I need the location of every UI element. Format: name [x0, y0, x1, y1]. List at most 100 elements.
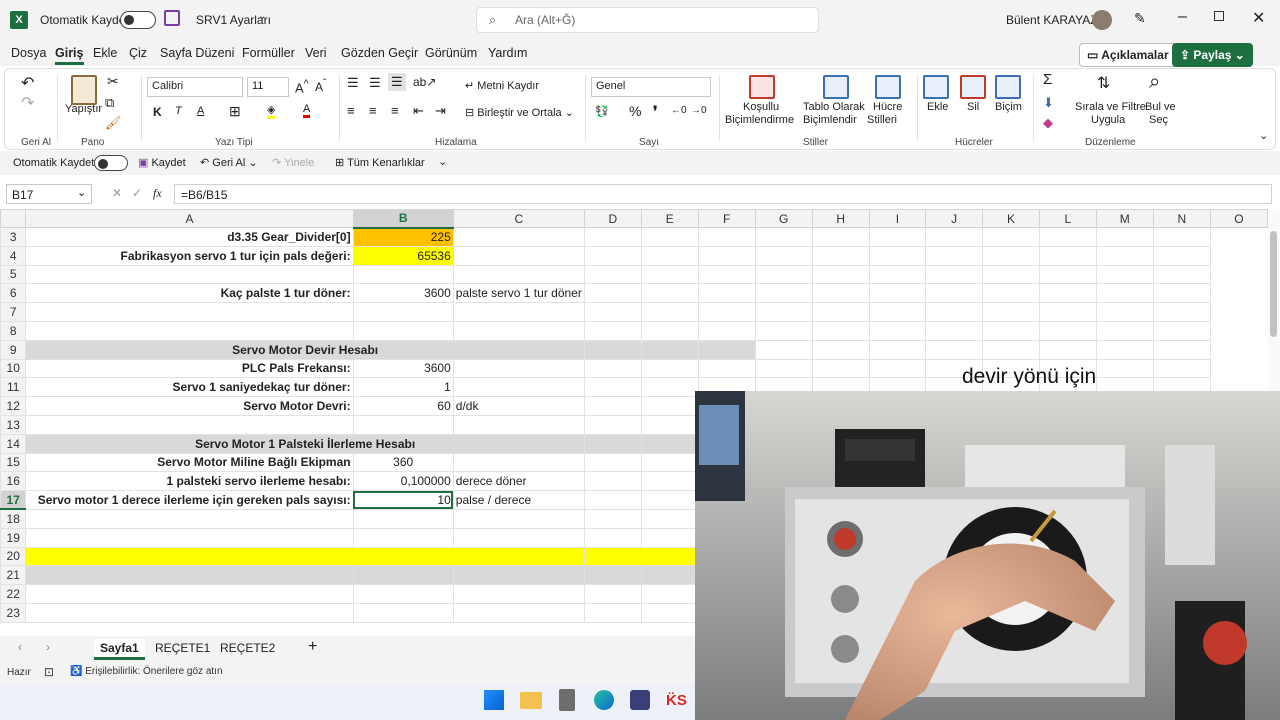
cell[interactable] — [640, 490, 699, 510]
column-header-i[interactable]: I — [868, 209, 927, 228]
cell[interactable] — [697, 283, 756, 304]
orientation-icon[interactable]: ab↗ — [413, 75, 436, 89]
cell-styles-icon[interactable] — [875, 75, 901, 99]
cell-label[interactable]: Servo motor 1 derece ilerleme için gerek… — [25, 490, 354, 510]
column-header-b[interactable]: B — [352, 209, 454, 229]
accessibility-button[interactable]: ♿ Erişilebilirlik: Önerilere göz atın — [70, 666, 223, 677]
cell[interactable] — [640, 546, 699, 567]
cell-value[interactable]: 1 — [352, 377, 454, 398]
cell-label[interactable] — [25, 320, 354, 341]
tab-view[interactable]: Görünüm — [425, 46, 477, 60]
cell[interactable] — [925, 227, 984, 247]
cell-value[interactable]: 0,100000 — [352, 471, 454, 492]
cell[interactable] — [1152, 264, 1211, 285]
cell[interactable] — [640, 339, 699, 360]
fill-color-icon[interactable]: ◈ — [267, 103, 276, 119]
find-label-2[interactable]: Seç — [1149, 114, 1168, 126]
increase-indent-icon[interactable]: ⇥ — [435, 103, 446, 119]
tab-help[interactable]: Yardım — [488, 46, 527, 60]
cell[interactable] — [583, 471, 642, 492]
cell-unit[interactable] — [452, 245, 585, 266]
ks-app-icon[interactable]: K̈S — [666, 692, 687, 709]
cell[interactable] — [583, 320, 642, 341]
cell[interactable] — [583, 546, 642, 567]
cell[interactable] — [583, 339, 642, 360]
cell[interactable] — [583, 490, 642, 510]
cell[interactable] — [640, 396, 699, 416]
cell[interactable] — [583, 245, 642, 266]
cell[interactable] — [925, 302, 984, 322]
cell[interactable] — [868, 227, 927, 247]
cell[interactable] — [925, 320, 984, 341]
section-header-cell[interactable]: Servo Motor Devir Hesabı — [25, 339, 585, 360]
merge-center-button[interactable]: ⊟ Birleştir ve Ortala ⌄ — [465, 106, 574, 119]
cell-value[interactable] — [352, 527, 454, 548]
cell[interactable] — [583, 227, 642, 247]
cell[interactable] — [640, 264, 699, 285]
cell[interactable] — [640, 602, 699, 623]
cell-unit[interactable]: derece döner — [452, 471, 585, 492]
cell[interactable] — [583, 377, 642, 398]
cell-label[interactable]: d3.35 Gear_Divider[0] — [25, 227, 354, 247]
cell-label[interactable]: 1 palsteki servo ilerleme hesabı: — [25, 471, 354, 492]
cell-value[interactable] — [352, 414, 454, 435]
row-header[interactable]: 23 — [0, 602, 27, 623]
cell[interactable] — [697, 302, 756, 322]
align-middle-icon[interactable]: ☰ — [369, 75, 381, 91]
cell[interactable] — [640, 302, 699, 322]
cond-format-label-1[interactable]: Koşullu — [743, 101, 779, 113]
insert-function-icon[interactable]: fx — [153, 186, 162, 201]
cell[interactable] — [868, 339, 927, 360]
cell-label[interactable] — [25, 584, 354, 604]
cell[interactable] — [640, 584, 699, 604]
cell[interactable] — [583, 264, 642, 285]
row-header[interactable]: 17 — [0, 490, 27, 511]
clear-icon[interactable]: ◆ — [1043, 115, 1053, 131]
cell[interactable] — [754, 264, 813, 285]
cell-label[interactable] — [25, 527, 354, 548]
save-icon[interactable] — [164, 10, 180, 26]
cell[interactable] — [811, 245, 870, 266]
cell-unit[interactable] — [452, 508, 585, 529]
paste-icon[interactable] — [71, 75, 97, 105]
cell-label[interactable] — [25, 602, 354, 623]
cell[interactable] — [925, 283, 984, 304]
cell[interactable] — [583, 302, 642, 322]
row-header[interactable]: 22 — [0, 584, 27, 604]
find-icon[interactable]: ⌕ — [1149, 71, 1160, 94]
cell[interactable] — [640, 433, 699, 454]
cell-unit[interactable] — [452, 264, 585, 285]
cell[interactable] — [583, 565, 642, 586]
cell[interactable] — [982, 245, 1040, 266]
format-label[interactable]: Biçim — [995, 101, 1022, 113]
tab-page-layout[interactable]: Sayfa Düzeni — [160, 46, 234, 60]
cell[interactable] — [1152, 358, 1211, 379]
cell-value[interactable]: 60 — [352, 396, 454, 416]
qat-undo-button[interactable]: ↶ Geri Al ⌄ — [200, 156, 258, 169]
row-header[interactable]: 14 — [0, 433, 27, 454]
qat-customize-icon[interactable]: ⌄ — [438, 155, 447, 168]
qat-redo-button[interactable]: ↷ Yinele — [272, 156, 314, 169]
cell[interactable] — [982, 264, 1040, 285]
column-header-h[interactable]: H — [811, 209, 870, 228]
sheet-tab-recete2[interactable]: REÇETE2 — [214, 639, 281, 657]
cell[interactable] — [811, 283, 870, 304]
row-header[interactable]: 10 — [0, 358, 27, 379]
italic-icon[interactable]: T — [175, 105, 182, 117]
cell[interactable] — [583, 452, 642, 473]
cell-label[interactable]: Servo 1 saniyedekaç tur döner: — [25, 377, 354, 398]
column-header-m[interactable]: M — [1095, 209, 1154, 228]
row-header[interactable]: 3 — [0, 227, 27, 247]
cell[interactable] — [811, 339, 870, 360]
fill-icon[interactable]: ⬇ — [1043, 95, 1054, 111]
row-header[interactable]: 12 — [0, 396, 27, 416]
cell-value[interactable] — [352, 264, 454, 285]
cell[interactable] — [640, 565, 699, 586]
row-header[interactable]: 9 — [0, 339, 27, 360]
cell[interactable] — [640, 414, 699, 435]
tab-data[interactable]: Veri — [305, 46, 327, 60]
sort-filter-label-1[interactable]: Sırala ve Filtre — [1075, 101, 1146, 113]
format-cells-icon[interactable] — [995, 75, 1021, 99]
copy-icon[interactable]: ⧉ — [105, 95, 114, 111]
cell[interactable] — [754, 339, 813, 360]
